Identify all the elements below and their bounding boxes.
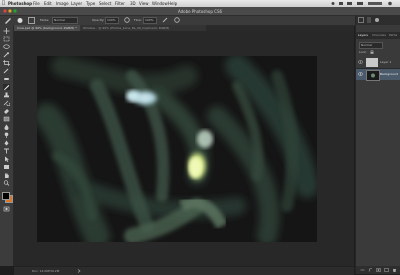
menu-edit[interactable]: Edit (44, 1, 52, 6)
title-bar: Adobe Photoshop CS6 (0, 7, 400, 16)
move-tool-icon[interactable] (3, 28, 10, 34)
layer-name[interactable]: Background (380, 72, 398, 76)
brush-preset-icon[interactable] (16, 17, 24, 25)
lock-label: Lock: (359, 50, 367, 54)
apple-icon[interactable]:  (2, 0, 5, 6)
zoom-tool-icon[interactable] (3, 180, 10, 186)
mac-menu-bar:  Photoshop File Edit Image Layer Type S… (0, 0, 400, 7)
history-icon[interactable] (358, 17, 364, 24)
layer-row[interactable]: Layer 1 (356, 57, 400, 69)
hand-tool-icon[interactable] (3, 172, 10, 178)
opacity-label: Opacity: (92, 18, 105, 22)
pressure-opacity-icon[interactable] (124, 17, 130, 24)
window-title: Adobe Photoshop CS6 (177, 9, 223, 14)
layers-panel-footer (356, 266, 400, 274)
options-bar: Adobe Photoshop CS6 Mode: Normal Opacity… (0, 7, 400, 26)
color-swatches[interactable] (1, 191, 13, 203)
painting (37, 56, 317, 242)
tab-paths[interactable]: Paths (389, 33, 397, 37)
shape-tool-icon[interactable] (3, 164, 10, 170)
marquee-tool-icon[interactable] (3, 36, 10, 42)
mask-icon[interactable] (376, 268, 381, 273)
pen-tool-icon[interactable] (3, 140, 10, 146)
link-icon[interactable] (360, 268, 365, 273)
layer-name[interactable]: Layer 1 (380, 60, 391, 64)
menu-filter[interactable]: Filter (115, 1, 125, 6)
eye-icon[interactable] (358, 60, 363, 65)
airbrush-icon[interactable] (162, 17, 168, 24)
fx-icon[interactable] (368, 268, 373, 273)
mode-select[interactable]: Normal (52, 17, 78, 24)
flow-label: Flow: (134, 18, 142, 22)
chevron-right-icon[interactable] (77, 269, 81, 274)
menu-view[interactable]: View (139, 1, 149, 6)
menu-layer[interactable]: Layer (71, 1, 82, 6)
foreground-color-swatch[interactable] (2, 192, 10, 200)
tool-options: Mode: Normal Opacity: 100% Flow: 100% (0, 16, 400, 25)
path-selection-tool-icon[interactable] (3, 156, 10, 162)
layer-row-selected[interactable]: Background (356, 69, 400, 81)
blend-mode-select[interactable]: Normal (359, 42, 383, 49)
eye-icon[interactable] (358, 72, 363, 77)
type-tool-icon[interactable] (3, 148, 10, 154)
healing-brush-tool-icon[interactable] (3, 76, 10, 82)
menu-type[interactable]: Type (86, 1, 95, 6)
layer-thumbnail (366, 70, 380, 81)
history-brush-tool-icon[interactable] (3, 100, 10, 106)
gradient-tool-icon[interactable] (3, 116, 10, 122)
panel-dock-icons (356, 15, 400, 25)
menu-help[interactable]: Help (168, 1, 177, 6)
canvas[interactable] (37, 56, 317, 242)
tab-layers[interactable]: Layers (358, 33, 368, 37)
quick-select-tool-icon[interactable] (3, 52, 10, 58)
document-size: Doc: 14.0M/39.2M (32, 269, 60, 273)
blur-tool-icon[interactable] (3, 124, 10, 130)
lasso-tool-icon[interactable] (3, 44, 10, 50)
flow-field[interactable]: 100% (143, 17, 157, 24)
tools-panel (0, 25, 14, 266)
lock-icon[interactable] (370, 49, 374, 55)
new-layer-icon[interactable] (384, 268, 389, 273)
brush-presets-icon[interactable] (374, 17, 380, 24)
eyedropper-tool-icon[interactable] (3, 68, 10, 74)
properties-icon[interactable] (366, 17, 372, 24)
crop-tool-icon[interactable] (3, 60, 10, 66)
brush-panel-icon[interactable] (28, 17, 35, 25)
brush-tool-icon[interactable] (3, 84, 10, 90)
menu-window[interactable]: Window (152, 1, 168, 6)
menu-select[interactable]: Select (99, 1, 111, 6)
quick-mask-icon[interactable] (3, 206, 10, 212)
opacity-field[interactable]: 100% (105, 17, 119, 24)
pressure-size-icon[interactable] (174, 17, 180, 24)
menu-file[interactable]: File (33, 1, 40, 6)
layers-panel-tabs: Layers Channels Paths (356, 32, 400, 39)
brush-tool-icon[interactable] (4, 17, 12, 25)
right-panel: Layers Channels Paths Normal Lock: Layer… (355, 15, 400, 274)
tab-channels[interactable]: Channels (372, 33, 386, 37)
clone-stamp-tool-icon[interactable] (3, 92, 10, 98)
menu-3d[interactable]: 3D (130, 1, 136, 6)
dodge-tool-icon[interactable] (3, 132, 10, 138)
eraser-tool-icon[interactable] (3, 108, 10, 114)
layer-thumbnail (366, 58, 378, 67)
menu-image[interactable]: Image (56, 1, 69, 6)
mode-label: Mode: (40, 18, 50, 22)
menu-photoshop[interactable]: Photoshop (8, 1, 32, 6)
trash-icon[interactable] (392, 268, 397, 273)
